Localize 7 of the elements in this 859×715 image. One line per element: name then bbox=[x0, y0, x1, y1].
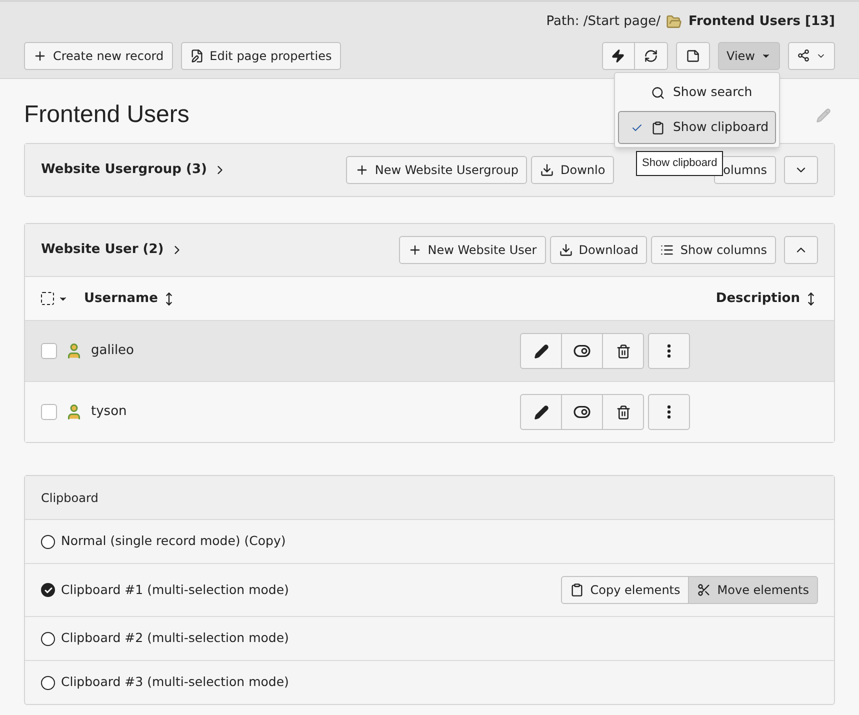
path-label: Path: /Start page/ bbox=[546, 13, 660, 31]
table-title: Website User (2) bbox=[41, 241, 164, 260]
page-title: Frontend Users [13] bbox=[688, 13, 835, 31]
tooltip: Show clipboard bbox=[636, 151, 724, 176]
clipboard-title: Clipboard bbox=[41, 490, 98, 506]
page-heading: Frontend Users bbox=[24, 100, 190, 130]
table-title: Website Usergroup (3) bbox=[41, 161, 207, 180]
